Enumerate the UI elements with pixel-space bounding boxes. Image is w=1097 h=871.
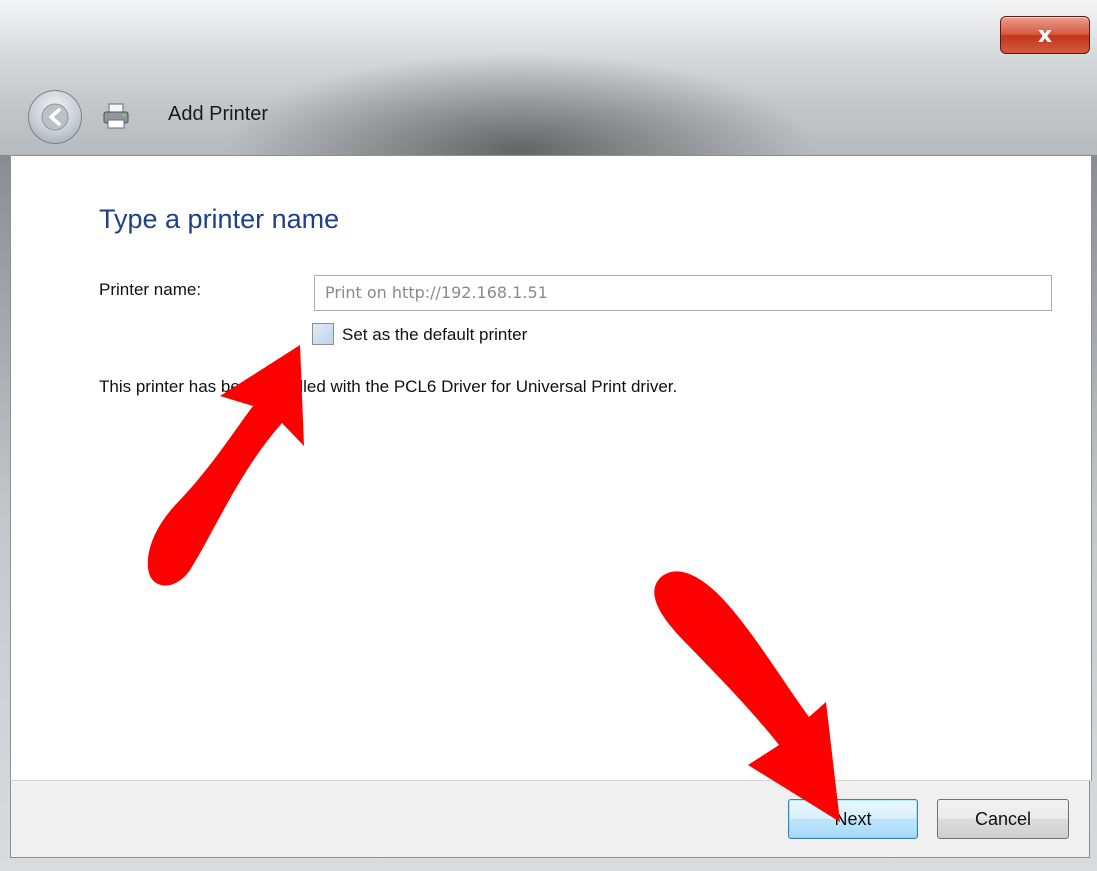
title-bar: x Add Printer [0, 0, 1097, 155]
cancel-button[interactable]: Cancel [937, 799, 1069, 839]
default-printer-checkbox-label[interactable]: Set as the default printer [342, 325, 527, 345]
wizard-footer: Next Cancel [10, 780, 1090, 858]
window-title: Add Printer [168, 103, 269, 125]
printer-name-input[interactable]: Print on http://192.168.1.51 [314, 275, 1052, 311]
page-heading: Type a printer name [99, 204, 340, 234]
wizard-content: Type a printer name Printer name: Print … [10, 155, 1092, 781]
default-printer-checkbox[interactable] [312, 323, 334, 345]
back-arrow-icon [41, 103, 69, 131]
back-button[interactable] [28, 90, 82, 144]
close-button[interactable]: x [1000, 16, 1090, 54]
printer-name-label: Printer name: [99, 280, 202, 299]
next-button[interactable]: Next [788, 799, 918, 839]
driver-info-text: This printer has been installed with the… [99, 377, 678, 396]
close-icon: x [1037, 22, 1053, 48]
add-printer-window: x Add Printer Type a printer name Printe… [0, 0, 1097, 871]
printer-icon [103, 103, 129, 129]
